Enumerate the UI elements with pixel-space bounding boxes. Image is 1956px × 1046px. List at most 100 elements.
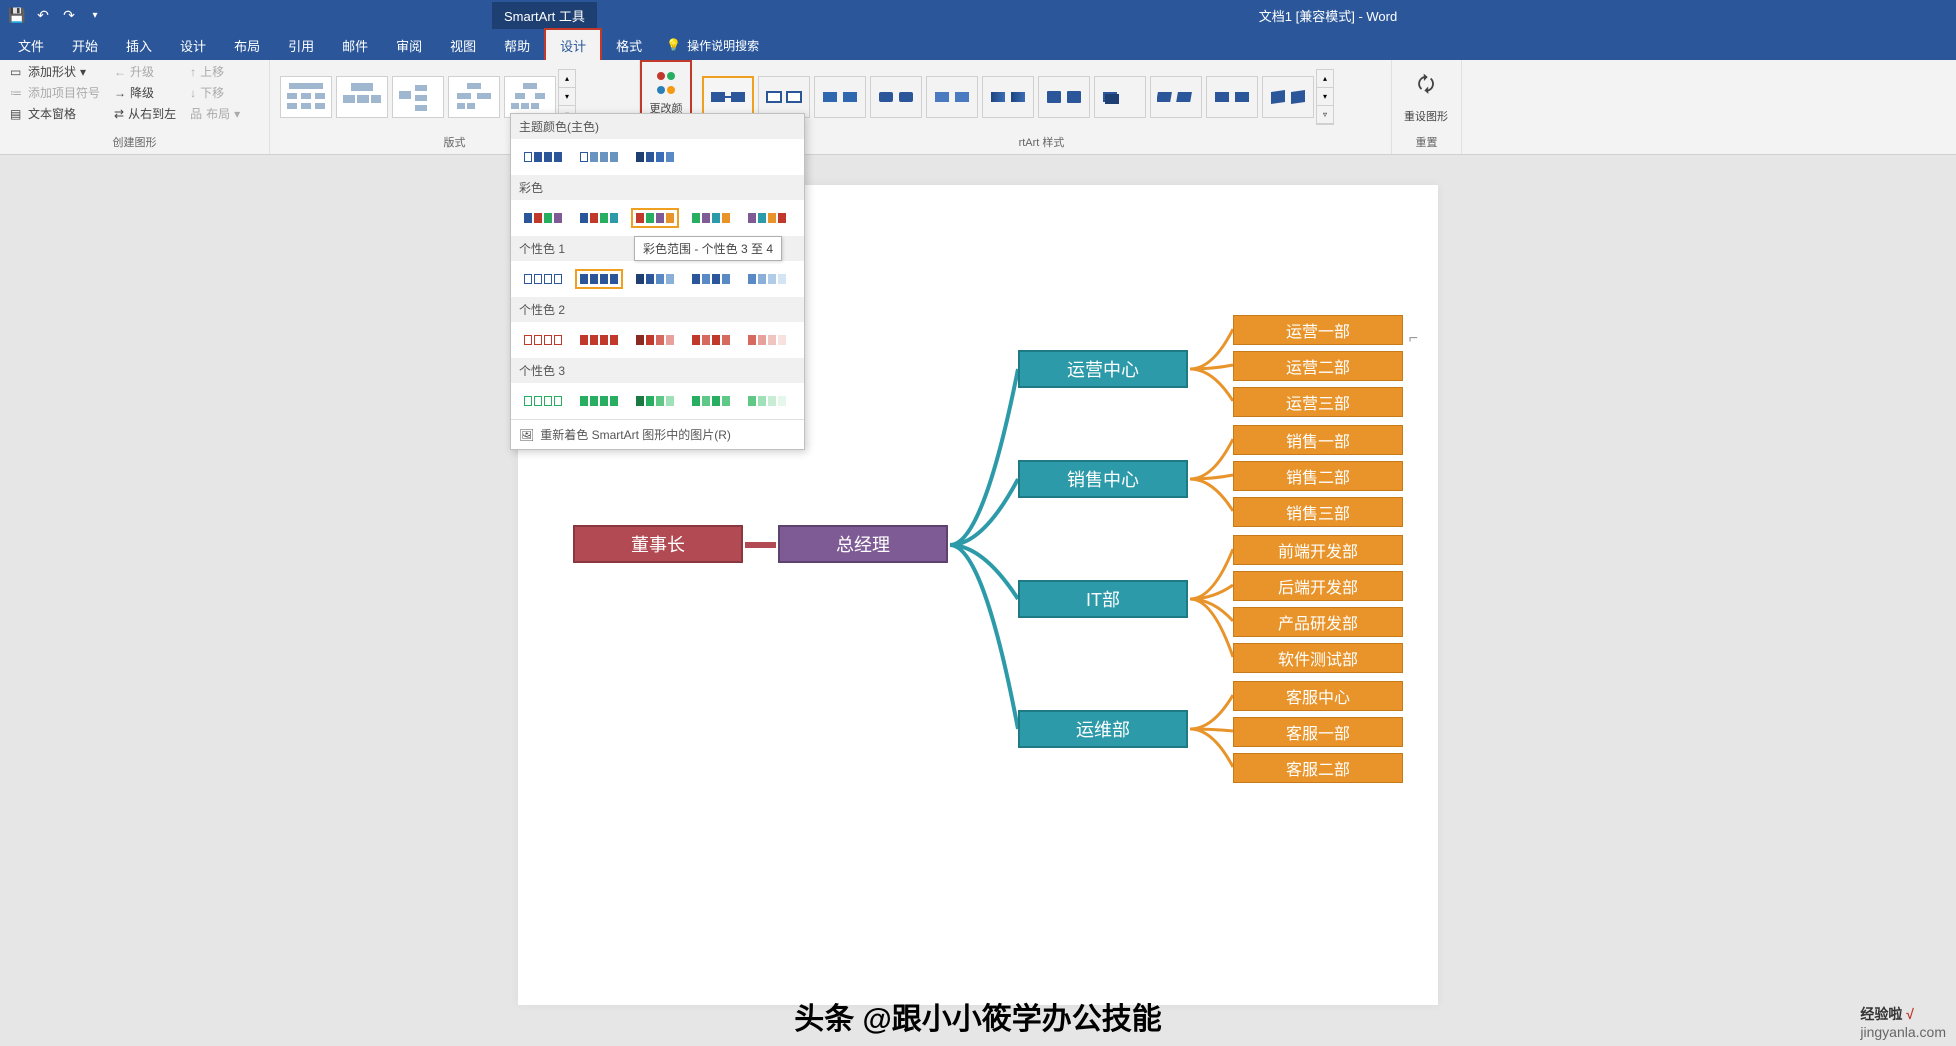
color-option[interactable] xyxy=(519,147,567,167)
color-option[interactable] xyxy=(687,330,735,350)
style-thumb[interactable] xyxy=(1094,76,1146,118)
tab-insert[interactable]: 插入 xyxy=(112,30,166,61)
save-icon[interactable]: 💾 xyxy=(8,6,26,24)
tab-help[interactable]: 帮助 xyxy=(490,30,544,61)
tab-home[interactable]: 开始 xyxy=(58,30,112,61)
color-option[interactable] xyxy=(519,391,567,411)
undo-icon[interactable]: ↶ xyxy=(34,6,52,24)
node-center-0[interactable]: 运营中心 xyxy=(1018,350,1188,388)
group-reset: 🗘 重设图形 重置 xyxy=(1392,60,1462,154)
color-section-colorful: 彩色 xyxy=(511,175,804,200)
move-down-button[interactable]: ↓ 下移 xyxy=(188,83,242,102)
layout-thumb[interactable] xyxy=(336,76,388,118)
text-pane-button[interactable]: ▤文本窗格 xyxy=(8,104,102,123)
color-option[interactable] xyxy=(575,330,623,350)
node-leaf[interactable]: 客服中心 xyxy=(1233,681,1403,711)
color-option[interactable] xyxy=(631,269,679,289)
document-area[interactable]: ⌐ xyxy=(0,155,1956,1046)
color-option[interactable] xyxy=(575,208,623,228)
change-colors-dropdown: 主题颜色(主色) 彩色 个性色 1 个性色 2 个性色 3 🖼 重新着 xyxy=(510,113,805,450)
color-option[interactable] xyxy=(687,208,735,228)
tell-me-label: 操作说明搜索 xyxy=(687,37,759,54)
style-thumb[interactable] xyxy=(926,76,978,118)
qat-customize-icon[interactable]: ▾ xyxy=(86,6,104,24)
layout-thumb[interactable] xyxy=(448,76,500,118)
color-balls-icon xyxy=(646,86,686,94)
tab-mailings[interactable]: 邮件 xyxy=(328,30,382,61)
color-option-hover[interactable] xyxy=(575,269,623,289)
redo-icon[interactable]: ↷ xyxy=(60,6,78,24)
node-center-3[interactable]: 运维部 xyxy=(1018,710,1188,748)
node-leaf[interactable]: 客服一部 xyxy=(1233,717,1403,747)
color-option[interactable] xyxy=(743,208,791,228)
color-option-selected[interactable] xyxy=(631,208,679,228)
tab-layout[interactable]: 布局 xyxy=(220,30,274,61)
color-option[interactable] xyxy=(519,208,567,228)
color-option[interactable] xyxy=(519,269,567,289)
color-option[interactable] xyxy=(687,391,735,411)
tell-me-search[interactable]: 💡 操作说明搜索 xyxy=(666,37,759,54)
recolor-icon: 🖼 xyxy=(519,428,534,442)
style-thumb[interactable] xyxy=(1038,76,1090,118)
tab-view[interactable]: 视图 xyxy=(436,30,490,61)
style-thumb[interactable] xyxy=(1262,76,1314,118)
smartart-tools-context: SmartArt 工具 xyxy=(492,2,597,29)
style-thumb[interactable] xyxy=(814,76,866,118)
style-thumb[interactable] xyxy=(702,76,754,118)
style-thumb[interactable] xyxy=(758,76,810,118)
color-option[interactable] xyxy=(687,269,735,289)
quick-access-toolbar: 💾 ↶ ↷ ▾ xyxy=(0,6,112,24)
style-thumb[interactable] xyxy=(1206,76,1258,118)
move-up-button[interactable]: ↑ 上移 xyxy=(188,62,242,81)
color-option[interactable] xyxy=(743,269,791,289)
ribbon: ▭添加形状 ▾ ← 升级 ↑ 上移 ≔添加项目符号 → 降级 ↓ 下移 ▤文本窗… xyxy=(0,60,1956,155)
layout-button[interactable]: 品 布局 ▾ xyxy=(188,104,242,123)
tab-smartart-format[interactable]: 格式 xyxy=(602,30,656,61)
tab-smartart-design[interactable]: 设计 xyxy=(544,28,602,63)
color-option[interactable] xyxy=(575,147,623,167)
add-bullet-button[interactable]: ≔添加项目符号 xyxy=(8,83,102,102)
style-thumb[interactable] xyxy=(982,76,1034,118)
node-chairman[interactable]: 董事长 xyxy=(573,525,743,563)
node-leaf[interactable]: 销售三部 xyxy=(1233,497,1403,527)
node-leaf[interactable]: 软件测试部 xyxy=(1233,643,1403,673)
node-leaf[interactable]: 销售二部 xyxy=(1233,461,1403,491)
recolor-pictures[interactable]: 🖼 重新着色 SmartArt 图形中的图片(R) xyxy=(511,419,804,449)
tab-review[interactable]: 审阅 xyxy=(382,30,436,61)
node-center-2[interactable]: IT部 xyxy=(1018,580,1188,618)
node-gm[interactable]: 总经理 xyxy=(778,525,948,563)
demote-button[interactable]: → 降级 xyxy=(112,83,178,102)
node-leaf[interactable]: 前端开发部 xyxy=(1233,535,1403,565)
add-shape-button[interactable]: ▭添加形状 ▾ xyxy=(8,62,102,81)
layout-thumb[interactable] xyxy=(392,76,444,118)
node-leaf[interactable]: 后端开发部 xyxy=(1233,571,1403,601)
style-thumb[interactable] xyxy=(1150,76,1202,118)
rtl-button[interactable]: ⇄ 从右到左 xyxy=(112,104,178,123)
tab-file[interactable]: 文件 xyxy=(4,30,58,61)
node-leaf[interactable]: 产品研发部 xyxy=(1233,607,1403,637)
bulb-icon: 💡 xyxy=(666,38,681,52)
color-option[interactable] xyxy=(575,391,623,411)
group-label-create: 创建图形 xyxy=(8,132,261,152)
tab-references[interactable]: 引用 xyxy=(274,30,328,61)
color-option[interactable] xyxy=(743,391,791,411)
color-option[interactable] xyxy=(631,391,679,411)
node-center-1[interactable]: 销售中心 xyxy=(1018,460,1188,498)
layout-thumb[interactable] xyxy=(280,76,332,118)
tab-design[interactable]: 设计 xyxy=(166,30,220,61)
node-leaf[interactable]: 运营三部 xyxy=(1233,387,1403,417)
node-leaf[interactable]: 运营一部 xyxy=(1233,315,1403,345)
color-option[interactable] xyxy=(743,330,791,350)
styles-scroll[interactable]: ▴▾▿ xyxy=(1316,69,1334,125)
style-thumb[interactable] xyxy=(870,76,922,118)
group-create-graphic: ▭添加形状 ▾ ← 升级 ↑ 上移 ≔添加项目符号 → 降级 ↓ 下移 ▤文本窗… xyxy=(0,60,270,154)
color-option[interactable] xyxy=(631,147,679,167)
color-option[interactable] xyxy=(631,330,679,350)
node-leaf[interactable]: 客服二部 xyxy=(1233,753,1403,783)
node-leaf[interactable]: 销售一部 xyxy=(1233,425,1403,455)
layout-thumb[interactable] xyxy=(504,76,556,118)
reset-graphic-button[interactable]: 🗘 重设图形 xyxy=(1400,62,1452,128)
node-leaf[interactable]: 运营二部 xyxy=(1233,351,1403,381)
color-option[interactable] xyxy=(519,330,567,350)
promote-button[interactable]: ← 升级 xyxy=(112,62,178,81)
